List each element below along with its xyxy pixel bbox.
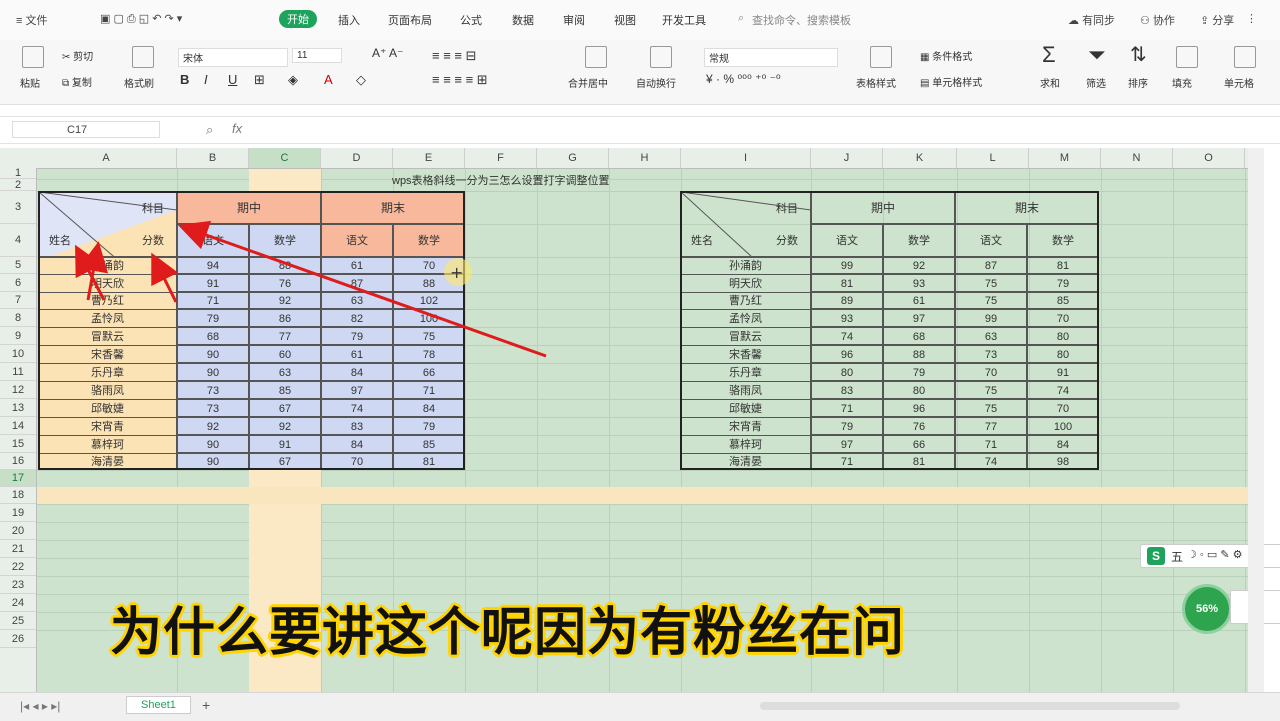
arrow-to-subject <box>177 220 547 358</box>
arrow-to-score <box>151 252 179 303</box>
ime-tool-icons[interactable]: ☽ ◦ ▭ ✎ ⚙ <box>1187 548 1242 561</box>
video-subtitle: 为什么要讲这个呢因为有粉丝在问 <box>110 604 906 662</box>
add-sheet-icon[interactable]: + <box>202 697 210 713</box>
horizontal-scrollbar[interactable] <box>760 702 1180 710</box>
sheet-bar: |◂ ◂ ▸ ▸| Sheet1 + <box>0 692 1280 721</box>
sheet-nav-icons[interactable]: |◂ ◂ ▸ ▸| <box>20 699 60 713</box>
sheet-tab-sheet1[interactable]: Sheet1 <box>126 696 191 714</box>
vertical-scrollbar[interactable] <box>1248 148 1264 692</box>
cross-cursor-icon: + <box>450 263 463 282</box>
arrow-to-name-2 <box>78 241 109 301</box>
ime-mode-label[interactable]: 五 <box>1171 548 1183 565</box>
performance-ball[interactable]: 56% <box>1182 584 1232 634</box>
sogou-logo-icon: S <box>1147 547 1165 565</box>
